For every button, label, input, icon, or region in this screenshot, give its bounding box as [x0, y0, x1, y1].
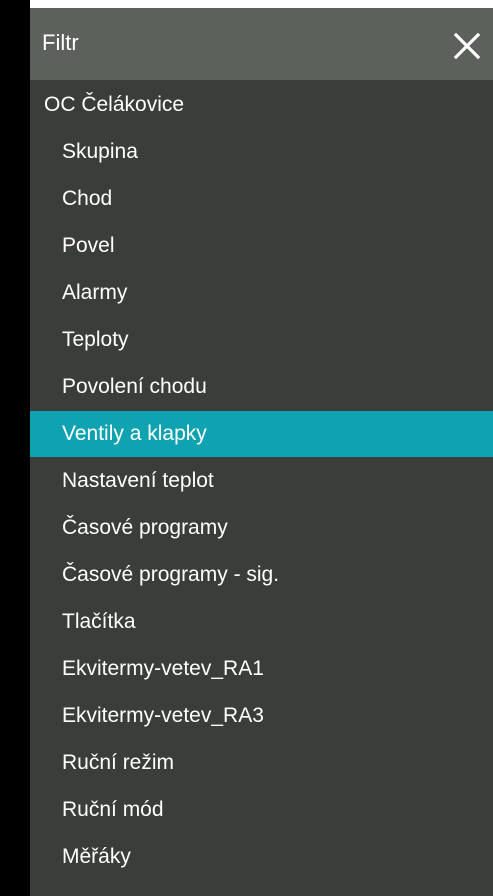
filter-item-povel[interactable]: Povel [30, 223, 493, 269]
filter-item-casove-programy[interactable]: Časové programy [30, 505, 493, 551]
filter-item-rucni-mod[interactable]: Ruční mód [30, 787, 493, 833]
app-frame: Filtr OC Čelákovice Skupina Chod Povel A… [0, 0, 493, 896]
close-button[interactable] [441, 20, 493, 72]
filter-item-ekvitermy-ra3[interactable]: Ekvitermy-vetev_RA3 [30, 693, 493, 739]
filter-list: OC Čelákovice Skupina Chod Povel Alarmy … [30, 80, 493, 896]
filter-item-alarmy[interactable]: Alarmy [30, 270, 493, 316]
filter-item-teploty[interactable]: Teploty [30, 317, 493, 363]
top-strip [30, 0, 493, 8]
filter-item-rucni-rezim[interactable]: Ruční režim [30, 740, 493, 786]
filter-item-skupina[interactable]: Skupina [30, 129, 493, 175]
filter-item-meraky[interactable]: Měřáky [30, 834, 493, 880]
close-icon [453, 32, 481, 60]
filter-header: Filtr [30, 8, 493, 80]
filter-item-ventily-a-klapky[interactable]: Ventily a klapky [30, 411, 493, 457]
filter-item-chod[interactable]: Chod [30, 176, 493, 222]
filter-item-tlacitka[interactable]: Tlačítka [30, 599, 493, 645]
filter-panel: Filtr OC Čelákovice Skupina Chod Povel A… [30, 0, 493, 896]
filter-title: Filtr [42, 30, 79, 55]
filter-item-povoleni-chodu[interactable]: Povolení chodu [30, 364, 493, 410]
filter-item-ekvitermy-ra1[interactable]: Ekvitermy-vetev_RA1 [30, 646, 493, 692]
filter-item-casove-programy-sig[interactable]: Časové programy - sig. [30, 552, 493, 598]
filter-item-oc-celakovice[interactable]: OC Čelákovice [30, 82, 493, 128]
filter-item-nastaveni-teplot[interactable]: Nastavení teplot [30, 458, 493, 504]
